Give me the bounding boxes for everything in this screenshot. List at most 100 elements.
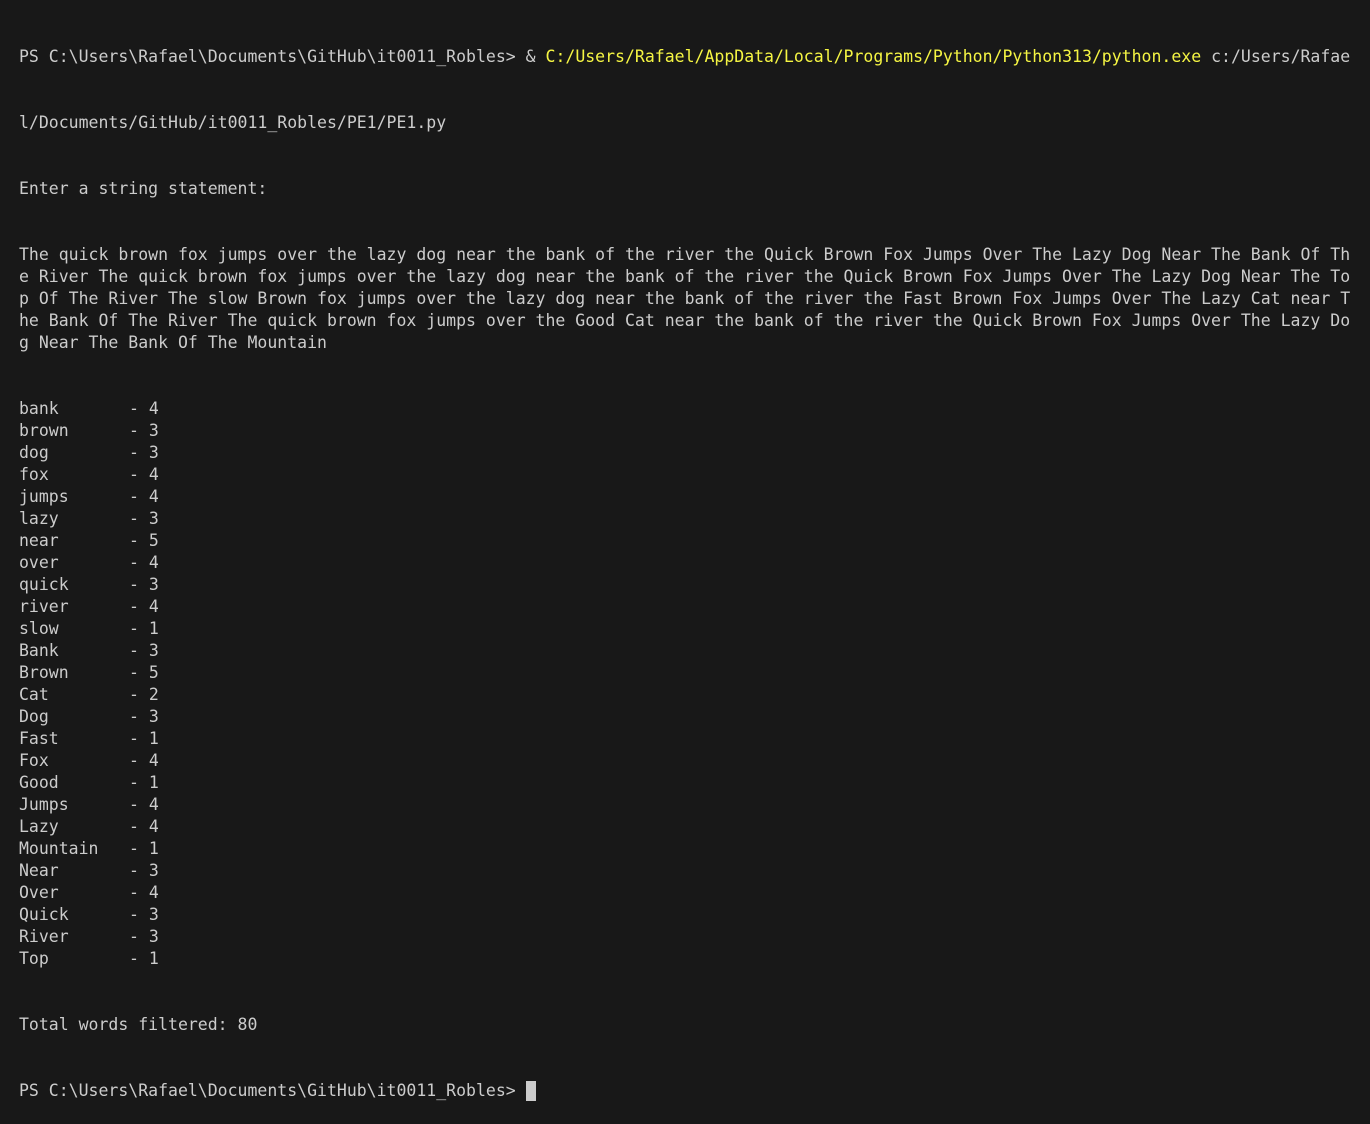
word-count-row: Fox - 4 — [19, 750, 1370, 772]
count-separator: - — [129, 927, 149, 946]
word-count-row: River - 3 — [19, 926, 1370, 948]
word-count-row: Bank - 3 — [19, 640, 1370, 662]
word-count-value: 3 — [148, 509, 159, 528]
word-count-row: Lazy - 4 — [19, 816, 1370, 838]
word-count-row: Top - 1 — [19, 948, 1370, 970]
word-count-value: 4 — [148, 487, 159, 506]
word-count-row: Jumps - 4 — [19, 794, 1370, 816]
word-count-value: 4 — [148, 883, 159, 902]
word-label: Brown — [19, 663, 69, 682]
count-separator: - — [129, 641, 149, 660]
word-count-value: 5 — [148, 663, 159, 682]
word-count-value: 4 — [148, 795, 159, 814]
total-words-line: Total words filtered: 80 — [19, 1015, 258, 1034]
count-separator: - — [129, 861, 149, 880]
command-line: PS C:\Users\Rafael\Documents\GitHub\it00… — [19, 46, 1370, 68]
word-count-value: 4 — [148, 399, 159, 418]
word-label: Over — [19, 883, 59, 902]
word-label: river — [19, 597, 69, 616]
input-text-line: g Near The Bank Of The Mountain — [19, 333, 327, 352]
word-label: Near — [19, 861, 59, 880]
word-label: brown — [19, 421, 69, 440]
word-label: jumps — [19, 487, 69, 506]
word-count-row: river - 4 — [19, 596, 1370, 618]
word-count-row: brown - 3 — [19, 420, 1370, 442]
word-label: slow — [19, 619, 59, 638]
word-label: bank — [19, 399, 59, 418]
word-label: Dog — [19, 707, 49, 726]
word-count-row: Good - 1 — [19, 772, 1370, 794]
word-count-value: 4 — [148, 817, 159, 836]
word-label: dog — [19, 443, 49, 462]
input-text-block: The quick brown fox jumps over the lazy … — [19, 244, 1370, 354]
count-separator: - — [129, 465, 149, 484]
input-text-line: he Bank Of The River The quick brown fox… — [19, 311, 1351, 330]
count-separator: - — [129, 399, 149, 418]
word-count-row: Brown - 5 — [19, 662, 1370, 684]
word-count-row: Cat - 2 — [19, 684, 1370, 706]
count-separator: - — [129, 817, 149, 836]
word-count-value: 2 — [148, 685, 159, 704]
text-cursor — [525, 1081, 536, 1101]
word-count-row: Dog - 3 — [19, 706, 1370, 728]
count-separator: - — [129, 531, 149, 550]
word-count-value: 3 — [148, 443, 159, 462]
word-count-list: bank - 4 brown - 3 dog - 3 fox - 4 jumps - 4 lazy -… — [19, 398, 1370, 970]
word-label: near — [19, 531, 59, 550]
input-text-line: The quick brown fox jumps over the lazy … — [19, 245, 1351, 264]
word-count-row: Quick - 3 — [19, 904, 1370, 926]
word-count-row: slow - 1 — [19, 618, 1370, 640]
word-label: Mountain — [19, 839, 99, 858]
count-separator: - — [129, 751, 149, 770]
word-count-value: 4 — [148, 597, 159, 616]
count-separator: - — [129, 575, 149, 594]
word-label: Fox — [19, 751, 49, 770]
word-count-row: quick - 3 — [19, 574, 1370, 596]
input-prompt: Enter a string statement: — [19, 179, 268, 198]
word-label: Fast — [19, 729, 59, 748]
word-count-row: lazy - 3 — [19, 508, 1370, 530]
final-prompt-line[interactable]: PS C:\Users\Rafael\Documents\GitHub\it00… — [19, 1080, 1370, 1102]
word-label: River — [19, 927, 69, 946]
count-separator: - — [129, 795, 149, 814]
word-count-value: 5 — [148, 531, 159, 550]
count-separator: - — [129, 597, 149, 616]
count-separator: - — [129, 553, 149, 572]
word-count-value: 4 — [148, 751, 159, 770]
count-separator: - — [129, 487, 149, 506]
word-label: lazy — [19, 509, 59, 528]
count-separator: - — [129, 421, 149, 440]
count-separator: - — [129, 663, 149, 682]
count-separator: - — [129, 773, 149, 792]
count-separator: - — [129, 443, 149, 462]
word-count-value: 3 — [148, 861, 159, 880]
word-count-row: Fast - 1 — [19, 728, 1370, 750]
word-count-value: 1 — [148, 619, 159, 638]
count-separator: - — [129, 707, 149, 726]
word-count-value: 1 — [148, 729, 159, 748]
word-count-row: fox - 4 — [19, 464, 1370, 486]
word-label: fox — [19, 465, 49, 484]
word-label: over — [19, 553, 59, 572]
word-count-value: 3 — [148, 927, 159, 946]
word-label: Quick — [19, 905, 69, 924]
count-separator: - — [129, 619, 149, 638]
count-separator: - — [129, 883, 149, 902]
final-prompt-text: PS C:\Users\Rafael\Documents\GitHub\it00… — [19, 1081, 516, 1100]
prompt-text: PS C:\Users\Rafael\Documents\GitHub\it00… — [19, 47, 516, 66]
word-count-value: 3 — [148, 707, 159, 726]
word-count-value: 3 — [148, 421, 159, 440]
count-separator: - — [129, 685, 149, 704]
word-count-row: Mountain - 1 — [19, 838, 1370, 860]
word-count-value: 4 — [148, 465, 159, 484]
terminal-panel[interactable]: PS C:\Users\Rafael\Documents\GitHub\it00… — [0, 0, 1370, 1101]
word-label: Good — [19, 773, 59, 792]
script-path-part1: c:/Users/Rafae — [1211, 47, 1351, 66]
call-operator: & — [525, 47, 536, 66]
word-count-value: 3 — [148, 641, 159, 660]
word-label: Bank — [19, 641, 59, 660]
count-separator: - — [129, 949, 149, 968]
word-count-row: Near - 3 — [19, 860, 1370, 882]
script-path-part2: l/Documents/GitHub/it0011_Robles/PE1/PE1… — [19, 113, 447, 132]
count-separator: - — [129, 509, 149, 528]
